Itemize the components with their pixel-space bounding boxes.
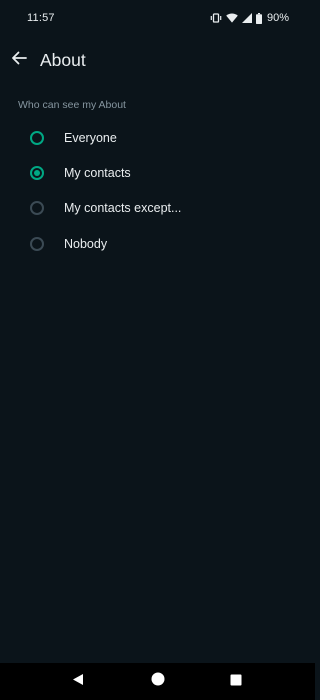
nav-recents-button[interactable]	[224, 663, 248, 700]
recents-square-icon	[230, 673, 242, 691]
radio-nobody[interactable]	[30, 236, 44, 251]
vibrate-icon	[210, 13, 222, 23]
back-arrow-icon	[11, 51, 27, 70]
nav-home-button[interactable]	[146, 663, 170, 700]
status-icons: 90%	[210, 11, 289, 25]
option-my-contacts[interactable]: My contacts	[0, 155, 315, 190]
home-circle-icon	[151, 672, 165, 691]
battery-icon	[255, 12, 262, 24]
battery-percent: 90%	[266, 12, 289, 24]
option-label: Everyone	[64, 130, 117, 145]
system-nav-bar	[0, 663, 315, 700]
wifi-icon	[226, 13, 238, 23]
page-title: About	[40, 50, 86, 70]
nav-back-button[interactable]	[66, 663, 90, 700]
radio-everyone[interactable]	[30, 130, 44, 145]
option-everyone[interactable]: Everyone	[0, 120, 315, 155]
radio-my-contacts[interactable]	[30, 165, 44, 180]
back-button[interactable]	[5, 46, 33, 74]
signal-icon	[241, 13, 252, 23]
privacy-options-list: Everyone My contacts My contacts except.…	[0, 120, 315, 261]
radio-my-contacts-except[interactable]	[30, 201, 44, 216]
option-label: My contacts except...	[64, 201, 182, 216]
back-triangle-icon	[72, 673, 84, 691]
option-nobody[interactable]: Nobody	[0, 226, 315, 261]
option-my-contacts-except[interactable]: My contacts except...	[0, 191, 315, 226]
app-bar: About	[0, 38, 315, 82]
status-bar: 11:57 90%	[0, 0, 315, 38]
section-label: Who can see my About	[18, 99, 126, 111]
status-time: 11:57	[27, 12, 55, 24]
option-label: Nobody	[64, 236, 108, 251]
option-label: My contacts	[64, 165, 131, 180]
